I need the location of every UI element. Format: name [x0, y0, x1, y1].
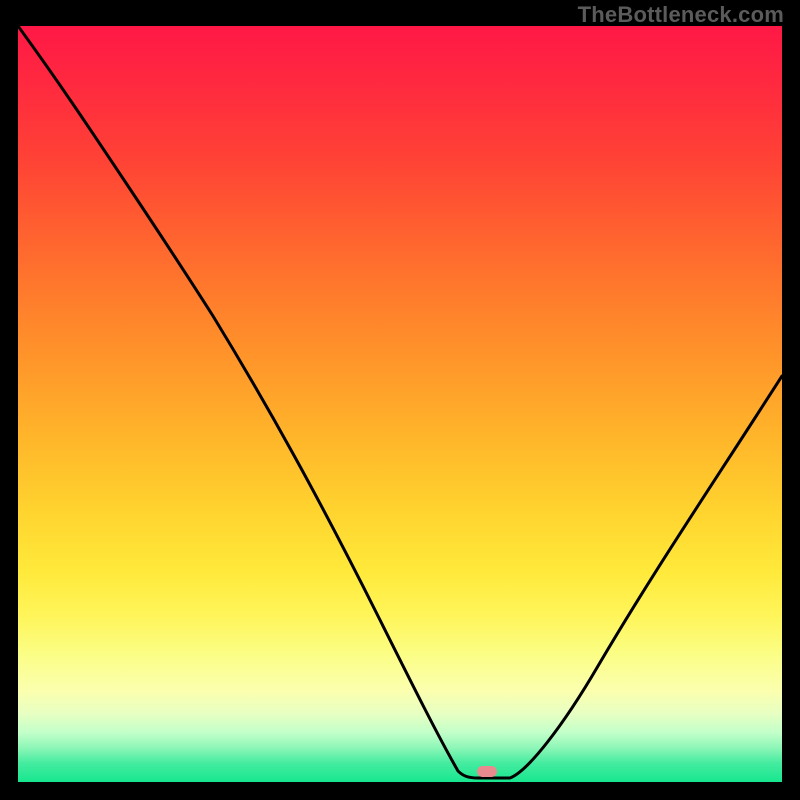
bottleneck-marker [477, 766, 497, 777]
watermark-text: TheBottleneck.com [578, 2, 784, 28]
chart-frame: TheBottleneck.com [0, 0, 800, 800]
bottleneck-curve [18, 26, 782, 782]
plot-area [18, 26, 782, 782]
curve-path [18, 26, 782, 778]
